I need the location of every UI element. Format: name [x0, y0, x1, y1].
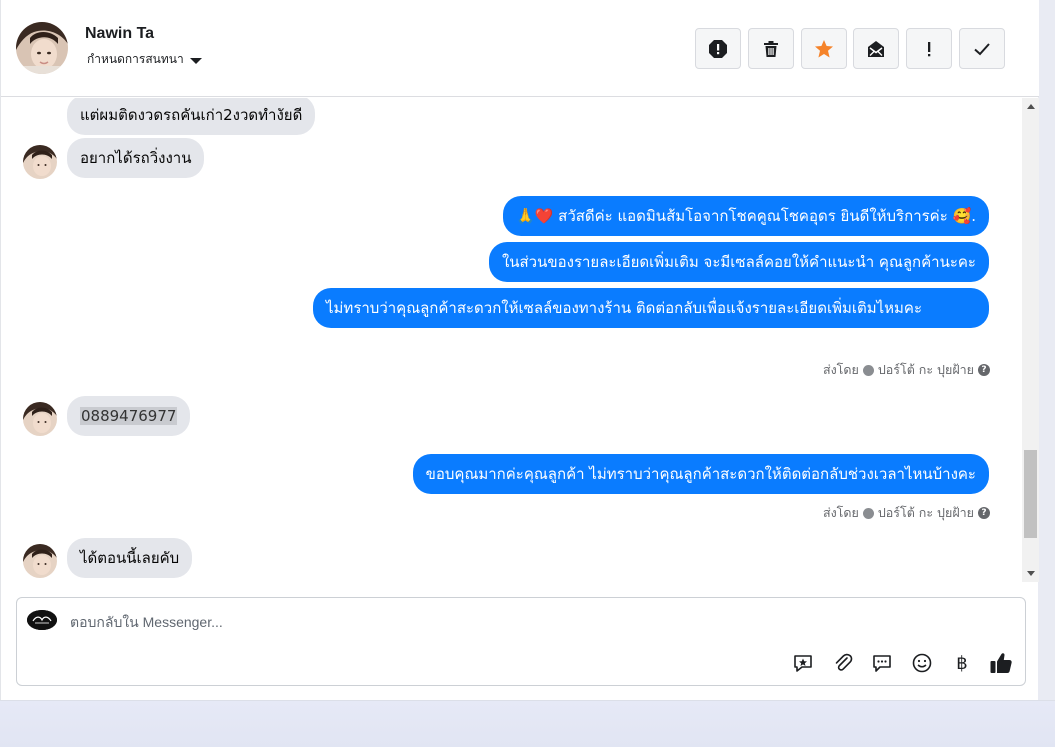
assign-label: กำหนดการสนทนา: [87, 52, 184, 66]
outgoing-message: ขอบคุณมากค่ะคุณลูกค้า ไม่ทราบว่าคุณลูกค้…: [412, 454, 989, 494]
avatar: [23, 145, 57, 179]
saved-reply-icon[interactable]: [790, 650, 816, 676]
thumbs-up-icon[interactable]: [988, 650, 1014, 676]
incoming-message: ได้ตอนนี้เลยคับ: [67, 538, 193, 578]
message-thread: แต่ผมติดงวดรถคันเก่า2งวดทำงัยดี อยากได้ร…: [1, 98, 1022, 582]
avatar: [23, 544, 57, 578]
emoji-icon[interactable]: [909, 650, 935, 676]
trash-icon: [764, 40, 778, 57]
delete-button[interactable]: [748, 28, 794, 69]
baht-symbol: ฿: [956, 652, 968, 674]
sent-by-label: ส่งโดย ปอร์โต้ กะ ปุยฝ้าย ?: [823, 503, 990, 523]
envelope-icon: [868, 40, 884, 57]
outgoing-message: ไม่ทราบว่าคุณลูกค้าสะดวกให้เซลล์ของทางร้…: [313, 288, 989, 328]
message-text: อยากได้รถวิ่งงาน: [80, 149, 192, 167]
help-icon[interactable]: ?: [978, 507, 990, 519]
message-text: ในส่วนของรายละเอียดเพิ่มเติม จะมีเซลล์คอ…: [501, 253, 976, 271]
scroll-up-arrow-icon[interactable]: [1027, 104, 1035, 109]
mark-unread-button[interactable]: [853, 28, 899, 69]
attachment-icon[interactable]: [830, 650, 856, 676]
outgoing-message: 🙏❤️ สวัสดีค่ะ แอดมินส้มโอจากโชคคูณโชคอุด…: [503, 196, 989, 236]
conversation-header: Nawin Ta กำหนดการสนทนา: [1, 0, 1039, 97]
important-button[interactable]: [906, 28, 952, 69]
message-text: ไม่ทราบว่าคุณลูกค้าสะดวกให้เซลล์ของทางร้…: [326, 299, 923, 317]
scroll-down-arrow-icon[interactable]: [1027, 571, 1035, 576]
alert-octagon-icon: [709, 39, 727, 58]
caret-down-icon: [189, 57, 202, 64]
avatar: [23, 402, 57, 436]
scrollbar-thumb[interactable]: [1024, 450, 1037, 538]
reply-input[interactable]: [70, 611, 770, 633]
pray-heart-emoji: 🙏❤️: [516, 207, 554, 225]
sender-name[interactable]: ปอร์โต้ กะ ปุยฝ้าย: [878, 503, 974, 523]
conversation-panel: Nawin Ta กำหนดการสนทนา แต่ผมติดงวดรถคันเ…: [0, 0, 1039, 700]
incoming-message: 0889476977: [67, 396, 191, 436]
sent-by-prefix: ส่งโดย: [822, 505, 859, 520]
baht-icon[interactable]: ฿: [949, 650, 975, 676]
star-icon: [815, 39, 833, 57]
sender-name[interactable]: ปอร์โต้ กะ ปุยฝ้าย: [878, 360, 974, 380]
star-button[interactable]: [801, 28, 847, 69]
thread-scrollbar[interactable]: [1022, 98, 1039, 582]
done-button[interactable]: [959, 28, 1005, 69]
exclamation-icon: [928, 41, 931, 56]
contact-name[interactable]: Nawin Ta: [85, 25, 154, 43]
sender-status-icon: [862, 507, 874, 519]
incoming-message: อยากได้รถวิ่งงาน: [67, 138, 205, 178]
message-text: สวัสดีค่ะ แอดมินส้มโอจากโชคคูณโชคอุดร ยิ…: [558, 207, 948, 225]
page-gutter: [1038, 0, 1055, 700]
reply-composer: ฿: [16, 597, 1026, 686]
incoming-message: แต่ผมติดงวดรถคันเก่า2งวดทำงัยดี: [67, 98, 316, 135]
assign-conversation-dropdown[interactable]: กำหนดการสนทนา: [87, 50, 202, 69]
message-text: แต่ผมติดงวดรถคันเก่า2งวดทำงัยดี: [80, 106, 303, 124]
page-background: [0, 700, 1055, 747]
chat-bubble-icon[interactable]: [869, 650, 895, 676]
sent-by-label: ส่งโดย ปอร์โต้ กะ ปุยฝ้าย ?: [823, 360, 990, 380]
outgoing-message: ในส่วนของรายละเอียดเพิ่มเติม จะมีเซลล์คอ…: [488, 242, 989, 282]
help-icon[interactable]: ?: [978, 364, 990, 376]
smiling-hearts-emoji: 🥰.: [952, 207, 976, 225]
message-text: ขอบคุณมากค่ะคุณลูกค้า ไม่ทราบว่าคุณลูกค้…: [425, 465, 976, 483]
sender-status-icon: [862, 364, 874, 376]
check-icon: [974, 42, 990, 55]
avatar[interactable]: [16, 22, 68, 74]
page-logo: [27, 610, 57, 630]
phone-number[interactable]: 0889476977: [80, 407, 178, 425]
report-button[interactable]: [695, 28, 741, 69]
sent-by-prefix: ส่งโดย: [822, 362, 859, 377]
message-text: ได้ตอนนี้เลยคับ: [80, 549, 180, 567]
